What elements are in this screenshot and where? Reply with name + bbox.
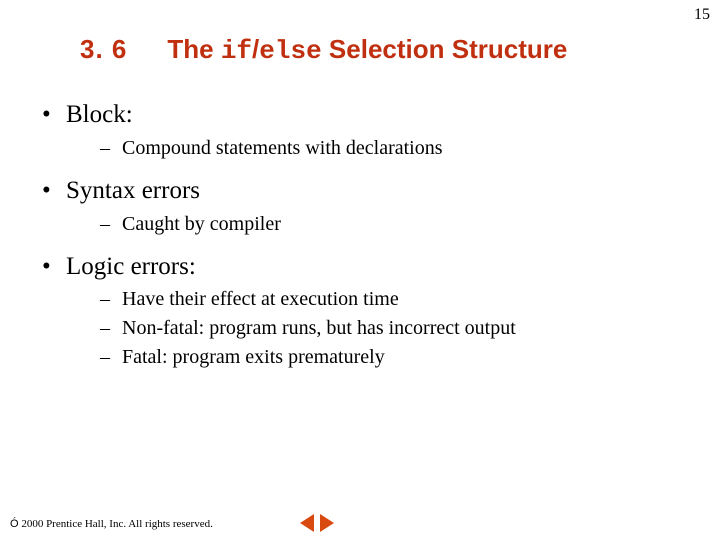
footer-text: 2000 Prentice Hall, Inc. All rights rese… bbox=[19, 518, 213, 530]
page-number: 15 bbox=[694, 6, 710, 24]
sub-bullet-text: Fatal: program exits prematurely bbox=[122, 346, 385, 368]
nav-arrows bbox=[300, 514, 334, 532]
list-item: Have their effect at execution time bbox=[100, 285, 690, 313]
bullet-list-level2: Have their effect at execution time Non-… bbox=[66, 285, 690, 371]
next-arrow-icon[interactable] bbox=[320, 514, 334, 532]
content-area: Block: Compound statements with declarat… bbox=[38, 98, 690, 383]
list-item: Compound statements with declarations bbox=[100, 134, 690, 162]
list-item: Caught by compiler bbox=[100, 210, 690, 238]
slide-title: The if/else Selection Structure bbox=[167, 34, 567, 64]
bullet-text: Block: bbox=[66, 101, 133, 128]
title-code-else: else bbox=[259, 36, 321, 66]
copyright-icon: Ó bbox=[10, 518, 19, 530]
title-code-if: if bbox=[221, 36, 252, 66]
bullet-list-level1: Block: Compound statements with declarat… bbox=[38, 98, 690, 371]
list-item: Syntax errors Caught by compiler bbox=[38, 174, 690, 238]
section-number: 3. 6 bbox=[80, 34, 127, 65]
bullet-list-level2: Compound statements with declarations bbox=[66, 134, 690, 162]
slide: 15 3. 6 The if/else Selection Structure … bbox=[0, 0, 720, 540]
list-item: Logic errors: Have their effect at execu… bbox=[38, 250, 690, 372]
copyright-footer: Ó 2000 Prentice Hall, Inc. All rights re… bbox=[10, 518, 213, 530]
list-item: Block: Compound statements with declarat… bbox=[38, 98, 690, 162]
bullet-text: Logic errors: bbox=[66, 253, 196, 280]
list-item: Fatal: program exits prematurely bbox=[100, 343, 690, 371]
list-item: Non-fatal: program runs, but has incorre… bbox=[100, 314, 690, 342]
sub-bullet-text: Have their effect at execution time bbox=[122, 288, 399, 310]
sub-bullet-text: Caught by compiler bbox=[122, 213, 281, 235]
slide-title-row: 3. 6 The if/else Selection Structure bbox=[0, 34, 720, 66]
prev-arrow-icon[interactable] bbox=[300, 514, 314, 532]
title-prefix: The bbox=[167, 34, 220, 64]
bullet-text: Syntax errors bbox=[66, 177, 200, 204]
title-suffix: Selection Structure bbox=[322, 34, 568, 64]
bullet-list-level2: Caught by compiler bbox=[66, 210, 690, 238]
sub-bullet-text: Non-fatal: program runs, but has incorre… bbox=[122, 317, 516, 339]
sub-bullet-text: Compound statements with declarations bbox=[122, 137, 443, 159]
